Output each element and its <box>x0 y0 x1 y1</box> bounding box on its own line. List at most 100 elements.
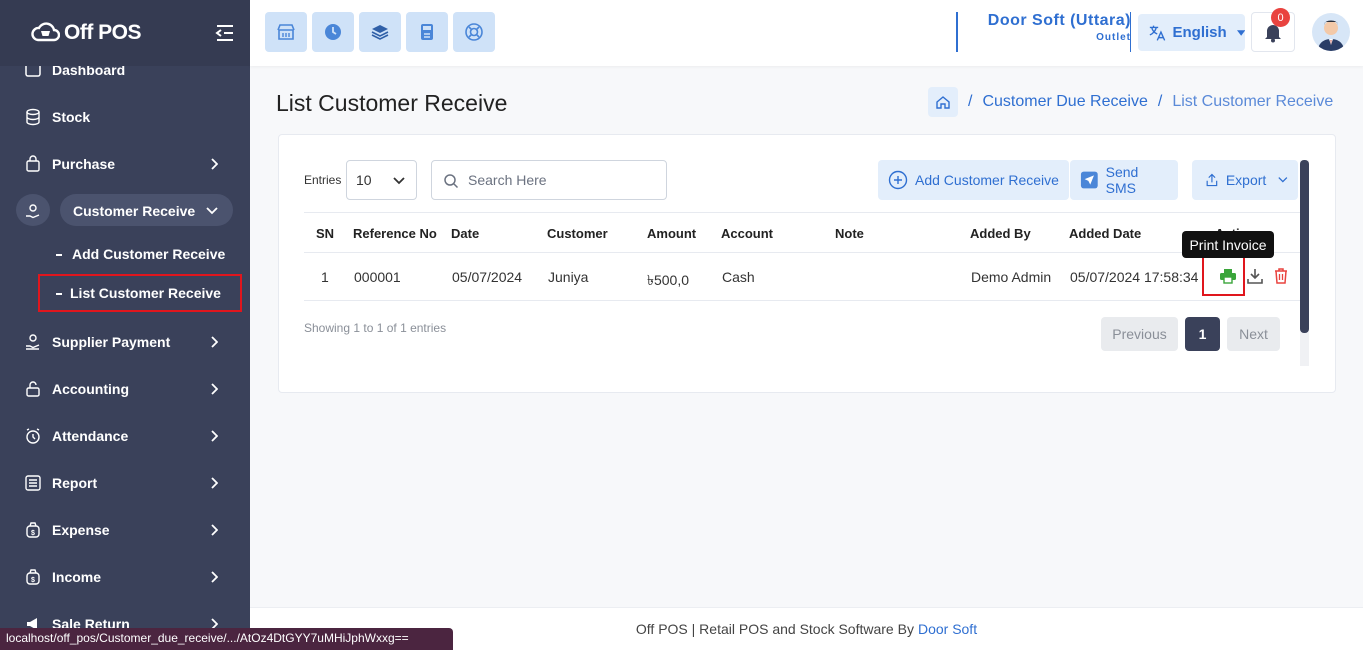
dash-marker <box>56 254 62 256</box>
outlet-label: Outlet <box>1096 32 1131 43</box>
status-bar-url: localhost/off_pos/Customer_due_receive/.… <box>0 628 453 650</box>
column-header[interactable]: Date <box>451 226 479 241</box>
language-dropdown[interactable]: English <box>1138 14 1245 51</box>
button-label: Add Customer Receive <box>915 172 1059 188</box>
cell-reference: 000001 <box>354 269 401 285</box>
search-input[interactable] <box>468 172 648 188</box>
lock-open-icon <box>26 380 40 397</box>
sidebar-item-label: Accounting <box>52 380 129 397</box>
add-customer-receive-button[interactable]: Add Customer Receive <box>878 160 1069 200</box>
export-button[interactable]: Export <box>1192 160 1298 200</box>
cart-cloud-icon <box>31 22 60 42</box>
scrollbar[interactable] <box>1300 160 1309 333</box>
sidebar: Dashboard Stock Purchase Customer Receiv… <box>0 0 250 650</box>
alarm-icon <box>26 427 40 444</box>
outlet-selector[interactable]: Door Soft (Uttara) Outlet <box>956 12 1131 52</box>
column-header[interactable]: Amount <box>647 226 696 241</box>
highlight-box <box>1202 254 1245 296</box>
footer-link[interactable]: Door Soft <box>918 621 977 637</box>
column-header[interactable]: Account <box>721 226 773 241</box>
entries-label: Entries <box>304 173 342 187</box>
entries-select[interactable]: 10 <box>346 160 417 200</box>
sidebar-item-report[interactable]: Report <box>0 459 250 506</box>
svg-text:$: $ <box>31 577 35 584</box>
sidebar-subitem-list-customer-receive[interactable]: List Customer Receive <box>38 274 242 312</box>
column-header[interactable]: Added Date <box>1069 226 1141 241</box>
upload-icon <box>1206 173 1218 187</box>
lifebuoy-icon <box>465 23 483 41</box>
table-row: 1 000001 05/07/2024 Juniya ৳500,0 Cash D… <box>304 252 1300 301</box>
list-icon <box>25 474 41 491</box>
outlet-name: Door Soft (Uttara) <box>987 12 1131 29</box>
support-shortcut-button[interactable] <box>453 12 495 52</box>
sidebar-item-purchase[interactable]: Purchase <box>0 140 250 187</box>
send-sms-button[interactable]: Send SMS <box>1070 160 1178 200</box>
chevron-right-icon <box>211 429 218 442</box>
column-header[interactable]: SN <box>316 226 334 241</box>
sidebar-item-supplier-payment[interactable]: Supplier Payment <box>0 318 250 365</box>
sidebar-item-expense[interactable]: $ Expense <box>0 506 250 553</box>
column-header[interactable]: Added By <box>970 226 1031 241</box>
money-bag-icon: $ <box>26 568 40 585</box>
translate-icon <box>1149 25 1166 41</box>
calculator-shortcut-button[interactable] <box>406 12 448 52</box>
avatar[interactable] <box>1312 13 1350 51</box>
clock-shortcut-button[interactable] <box>312 12 354 52</box>
layers-shortcut-button[interactable] <box>359 12 401 52</box>
breadcrumb-link[interactable]: Customer Due Receive <box>982 93 1147 111</box>
sidebar-item-label: Income <box>52 568 102 585</box>
divider <box>1130 12 1131 52</box>
button-label: Export <box>1225 172 1267 188</box>
breadcrumb-home[interactable] <box>928 87 958 117</box>
chevron-down-icon <box>393 177 405 185</box>
sidebar-item-income[interactable]: $ Income <box>0 553 250 600</box>
hand-money-icon <box>26 333 40 350</box>
chevron-down-icon <box>206 206 218 214</box>
trash-icon[interactable] <box>1272 267 1290 285</box>
column-header[interactable]: Customer <box>547 226 608 241</box>
sidebar-item-accounting[interactable]: Accounting <box>0 365 250 412</box>
store-icon <box>277 24 295 40</box>
collapse-menu-icon[interactable] <box>214 22 236 44</box>
breadcrumb-current: List Customer Receive <box>1172 93 1334 110</box>
pagination-info: Showing 1 to 1 of 1 entries <box>304 321 447 335</box>
clock-icon <box>325 24 341 40</box>
next-page-button[interactable]: Next <box>1227 317 1280 351</box>
sidebar-item-attendance[interactable]: Attendance <box>0 412 250 459</box>
logo[interactable]: Off POS <box>30 20 142 46</box>
previous-page-button[interactable]: Previous <box>1101 317 1178 351</box>
breadcrumb-separator: / <box>968 93 973 110</box>
plus-circle-icon <box>888 170 908 190</box>
topbar: Door Soft (Uttara) Outlet English 0 <box>250 0 1363 66</box>
sidebar-item-label: Purchase <box>52 155 116 172</box>
sidebar-item-label: Report <box>52 474 98 491</box>
cell-amount: ৳500,0 <box>647 272 690 288</box>
page-button[interactable]: 1 <box>1185 317 1220 351</box>
hand-coin-icon <box>26 203 40 218</box>
language-label: English <box>1172 24 1227 41</box>
svg-text:$: $ <box>31 530 35 537</box>
chevron-right-icon <box>211 382 218 395</box>
sidebar-subitem-label: Add Customer Receive <box>72 246 226 262</box>
download-icon[interactable] <box>1246 267 1264 285</box>
sidebar-item-stock[interactable]: Stock <box>0 93 250 140</box>
chevron-right-icon <box>211 335 218 348</box>
search-box <box>431 160 667 200</box>
calculator-icon <box>421 24 433 40</box>
sidebar-subitem-add-customer-receive[interactable]: Add Customer Receive <box>0 234 250 274</box>
sidebar-item-label: Stock <box>52 108 91 125</box>
chevron-right-icon <box>211 476 218 489</box>
caret-down-icon <box>1236 29 1245 36</box>
pos-shortcut-button[interactable] <box>265 12 307 52</box>
footer-text: Off POS | Retail POS and Stock Software … <box>635 621 914 637</box>
column-header[interactable]: Note <box>835 226 864 241</box>
dash-marker <box>56 293 62 295</box>
sidebar-subitem-label: List Customer Receive <box>70 285 221 301</box>
user-avatar-icon <box>1318 20 1344 51</box>
sidebar-item-label: Customer Receive <box>73 202 196 219</box>
sidebar-item-customer-receive[interactable]: Customer Receive <box>0 187 250 234</box>
send-icon <box>1080 171 1098 189</box>
chevron-down-icon <box>1278 177 1288 183</box>
column-header[interactable]: Reference No <box>353 226 437 241</box>
bag-icon <box>26 154 40 172</box>
